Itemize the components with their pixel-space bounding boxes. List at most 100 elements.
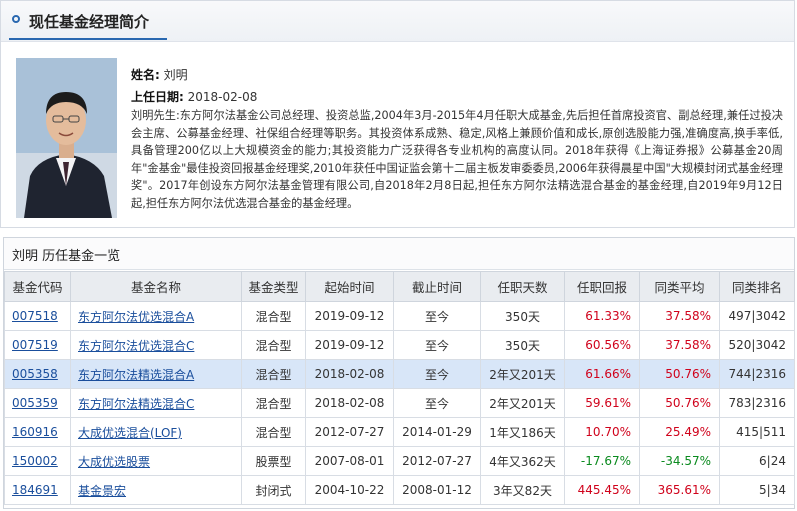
end-time: 至今	[393, 330, 481, 360]
column-header: 起始时间	[305, 271, 394, 302]
category-rank: 5|34	[719, 475, 795, 505]
category-average: -34.57%	[639, 446, 720, 476]
start-time: 2007-08-01	[305, 446, 394, 476]
fund-name-link[interactable]: 东方阿尔法优选混合A	[78, 310, 194, 324]
fund-name-link[interactable]: 东方阿尔法精选混合A	[78, 368, 194, 382]
end-time: 至今	[393, 359, 481, 389]
fund-code-link-cell: 007518	[4, 301, 71, 331]
start-time: 2018-02-08	[305, 359, 394, 389]
fund-code-link-cell: 005359	[4, 388, 71, 418]
profile-header: 现任基金经理简介	[1, 1, 794, 42]
tenure-return: 10.70%	[564, 417, 640, 447]
tenure-days: 1年又186天	[480, 417, 565, 447]
end-time: 2008-01-12	[393, 475, 481, 505]
fund-name-link-cell: 大成优选股票	[70, 446, 242, 476]
manager-profile-panel: 现任基金经理简介 姓名: 刘明 上任日期: 2018-02-08 刘明先生:东方…	[0, 0, 795, 228]
tenure-return: 61.66%	[564, 359, 640, 389]
table-row[interactable]: 160916 大成优选混合(LOF) 混合型 2012-07-27 2014-01-29…	[4, 417, 795, 447]
column-header: 基金名称	[70, 271, 242, 302]
table-header-row: 基金代码 基金名称 基金类型 起始时间 截止时间 任职天数 任职回报 同类平均 …	[4, 271, 795, 302]
fund-type: 混合型	[241, 330, 306, 360]
table-row[interactable]: 184691 基金景宏 封闭式 2004-10-22 2008-01-12 3年又82天 4…	[4, 475, 795, 505]
manager-bio: 刘明先生:东方阿尔法基金公司总经理、投资总监,2004年3月-2015年4月任职…	[131, 109, 783, 210]
fund-name-link-cell: 东方阿尔法优选混合C	[70, 330, 242, 360]
fund-code-link[interactable]: 007518	[12, 309, 58, 323]
fund-name-link[interactable]: 大成优选股票	[78, 455, 150, 469]
name-label: 姓名:	[131, 68, 160, 82]
circle-bullet-icon	[12, 15, 20, 23]
fund-type: 混合型	[241, 359, 306, 389]
fund-name-link[interactable]: 基金景宏	[78, 484, 126, 498]
category-average: 365.61%	[639, 475, 720, 505]
fund-code-link-cell: 005358	[4, 359, 71, 389]
table-row[interactable]: 150002 大成优选股票 股票型 2007-08-01 2012-07-27 4年又36…	[4, 446, 795, 476]
history-title: 刘明 历任基金一览	[12, 249, 121, 264]
category-rank: 6|24	[719, 446, 795, 476]
table-row[interactable]: 005358 东方阿尔法精选混合A 混合型 2018-02-08 至今 2年又201天 61…	[4, 359, 795, 389]
category-rank: 497|3042	[719, 301, 795, 331]
column-header: 基金代码	[4, 271, 71, 302]
fund-type: 混合型	[241, 417, 306, 447]
fund-name-link-cell: 东方阿尔法精选混合A	[70, 359, 242, 389]
fund-name-link[interactable]: 东方阿尔法优选混合C	[78, 339, 194, 353]
column-header: 基金类型	[241, 271, 306, 302]
fund-code-link[interactable]: 184691	[12, 483, 58, 497]
manager-photo	[16, 58, 117, 218]
start-time: 2019-09-12	[305, 301, 394, 331]
fund-type: 封闭式	[241, 475, 306, 505]
table-row[interactable]: 005359 东方阿尔法精选混合C 混合型 2018-02-08 至今 2年又201天 59…	[4, 388, 795, 418]
fund-name-link[interactable]: 东方阿尔法精选混合C	[78, 397, 194, 411]
tenure-days: 2年又201天	[480, 359, 565, 389]
fund-code-link-cell: 184691	[4, 475, 71, 505]
start-time: 2004-10-22	[305, 475, 394, 505]
fund-code-link[interactable]: 005358	[12, 367, 58, 381]
fund-name-link-cell: 大成优选混合(LOF)	[70, 417, 242, 447]
start-date-label: 上任日期:	[131, 90, 184, 104]
tenure-return: 445.45%	[564, 475, 640, 505]
tenure-return: 61.33%	[564, 301, 640, 331]
column-header: 任职天数	[480, 271, 565, 302]
table-body: 007518 东方阿尔法优选混合A 混合型 2019-09-12 至今 350天 61.33…	[4, 301, 795, 505]
start-date-row: 上任日期: 2018-02-08	[131, 88, 257, 105]
fund-type: 混合型	[241, 388, 306, 418]
fund-history-panel: 刘明 历任基金一览 基金代码 基金名称 基金类型 起始时间 截止时间 任职天数 …	[3, 237, 795, 509]
column-header: 同类平均	[639, 271, 720, 302]
tenure-return: 59.61%	[564, 388, 640, 418]
table-row[interactable]: 007518 东方阿尔法优选混合A 混合型 2019-09-12 至今 350天 61.33…	[4, 301, 795, 331]
column-header: 同类排名	[719, 271, 795, 302]
category-rank: 520|3042	[719, 330, 795, 360]
category-average: 37.58%	[639, 330, 720, 360]
end-time: 2012-07-27	[393, 446, 481, 476]
start-time: 2019-09-12	[305, 330, 394, 360]
fund-code-link[interactable]: 007519	[12, 338, 58, 352]
column-header: 任职回报	[564, 271, 640, 302]
category-average: 50.76%	[639, 388, 720, 418]
category-average: 25.49%	[639, 417, 720, 447]
category-rank: 744|2316	[719, 359, 795, 389]
start-time: 2018-02-08	[305, 388, 394, 418]
tenure-return: -17.67%	[564, 446, 640, 476]
start-date: 2018-02-08	[187, 90, 258, 104]
manager-name: 刘明	[163, 68, 188, 82]
name-row: 姓名: 刘明	[131, 66, 188, 83]
fund-code-link[interactable]: 150002	[12, 454, 58, 468]
tenure-return: 60.56%	[564, 330, 640, 360]
end-time: 至今	[393, 388, 481, 418]
profile-title: 现任基金经理简介	[29, 13, 150, 31]
fund-type: 混合型	[241, 301, 306, 331]
tenure-days: 350天	[480, 330, 565, 360]
fund-code-link-cell: 160916	[4, 417, 71, 447]
history-title-bar: 刘明 历任基金一览	[4, 238, 794, 270]
tenure-days: 3年又82天	[480, 475, 565, 505]
table-row[interactable]: 007519 东方阿尔法优选混合C 混合型 2019-09-12 至今 350天 60.56…	[4, 330, 795, 360]
fund-type: 股票型	[241, 446, 306, 476]
start-time: 2012-07-27	[305, 417, 394, 447]
fund-name-link-cell: 东方阿尔法精选混合C	[70, 388, 242, 418]
fund-name-link[interactable]: 大成优选混合(LOF)	[78, 426, 182, 440]
tenure-days: 4年又362天	[480, 446, 565, 476]
fund-code-link[interactable]: 005359	[12, 396, 58, 410]
fund-code-link[interactable]: 160916	[12, 425, 58, 439]
column-header: 截止时间	[393, 271, 481, 302]
end-time: 至今	[393, 301, 481, 331]
category-rank: 783|2316	[719, 388, 795, 418]
